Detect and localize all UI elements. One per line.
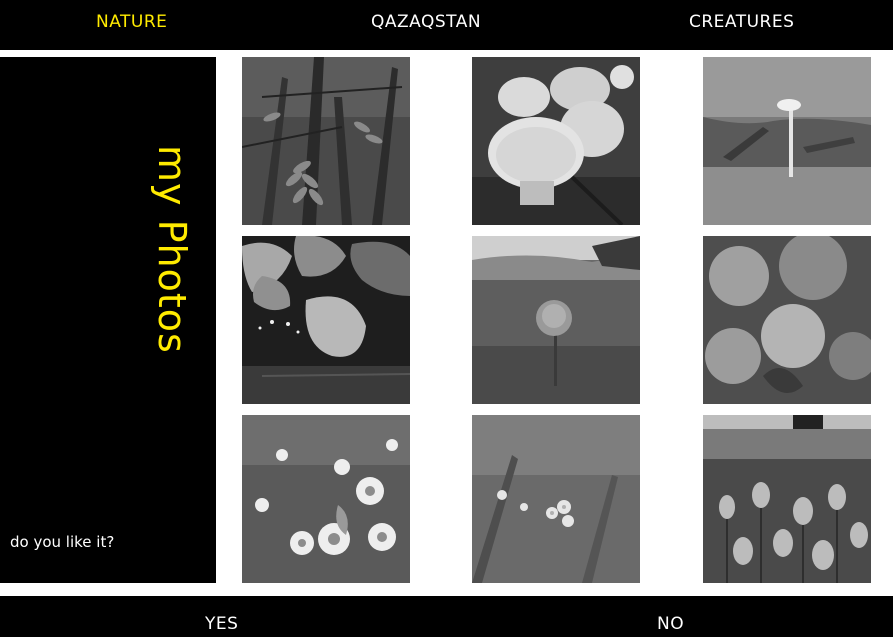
photo-puffball-mushrooms[interactable] (472, 57, 640, 225)
photo-rowan-tree[interactable] (242, 57, 410, 225)
photo-daisies[interactable] (242, 415, 410, 583)
puffball-mushrooms-image (472, 57, 640, 225)
nav-item-qazaqstan[interactable]: QAZAQSTAN (371, 12, 481, 32)
page-title: my Photos (150, 145, 194, 354)
question-text: do you like it? (10, 533, 115, 551)
linden-leaves-image (242, 236, 410, 404)
hydrangea-image (703, 236, 871, 404)
sidebar: my Photos do you like it? (0, 57, 216, 583)
photo-forget-me-nots[interactable] (472, 415, 640, 583)
forget-me-nots-image (472, 415, 640, 583)
rowan-tree-image (242, 57, 410, 225)
top-nav: NATURE QAZAQSTAN CREATURES (0, 0, 893, 50)
globeflower-meadow-image (472, 236, 640, 404)
photo-globeflower-meadow[interactable] (472, 236, 640, 404)
photo-small-mushroom[interactable] (703, 57, 871, 225)
nav-item-nature[interactable]: NATURE (96, 12, 167, 32)
nav-item-creatures[interactable]: CREATURES (689, 12, 794, 32)
daisies-image (242, 415, 410, 583)
tulip-field-image (703, 415, 871, 583)
photo-tulip-field[interactable] (703, 415, 871, 583)
no-button[interactable]: NO (657, 614, 684, 634)
photo-hydrangea[interactable] (703, 236, 871, 404)
answer-bar: YES NO (0, 596, 893, 637)
yes-button[interactable]: YES (205, 614, 238, 634)
small-mushroom-image (703, 57, 871, 225)
photo-linden-leaves[interactable] (242, 236, 410, 404)
